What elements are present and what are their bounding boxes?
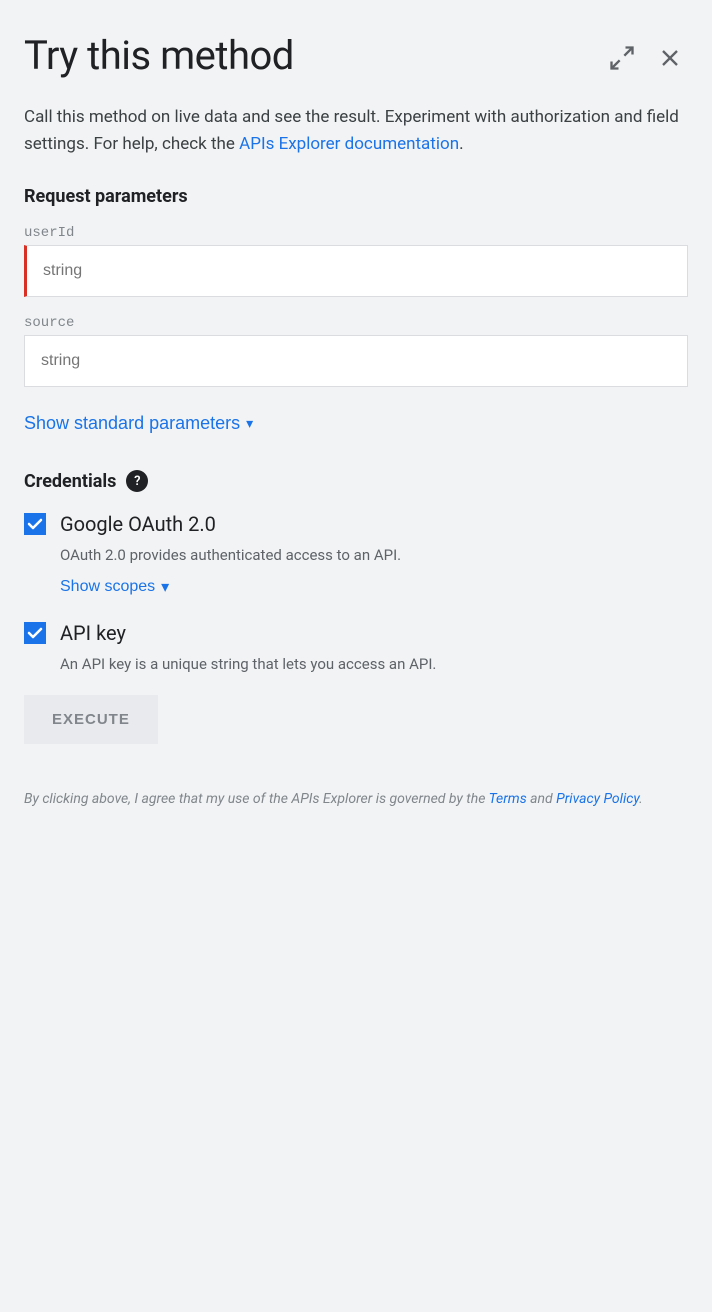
source-field-wrapper: source: [24, 315, 688, 387]
credentials-help-icon[interactable]: ?: [126, 470, 148, 492]
show-standard-parameters-button[interactable]: Show standard parameters ▾: [24, 405, 253, 442]
show-scopes-button[interactable]: Show scopes ▾: [24, 573, 169, 601]
close-button[interactable]: [652, 40, 688, 76]
credentials-title: Credentials: [24, 471, 116, 492]
close-icon: [656, 44, 684, 72]
credentials-header: Credentials ?: [24, 470, 688, 492]
terms-link[interactable]: Terms: [489, 791, 527, 807]
footer-text: By clicking above, I agree that my use o…: [24, 788, 688, 810]
source-input[interactable]: [24, 335, 688, 387]
credential-item-oauth: Google OAuth 2.0 OAuth 2.0 provides auth…: [24, 512, 688, 601]
page-title: Try this method: [24, 32, 294, 80]
checkmark-icon: [27, 516, 43, 532]
apikey-checkbox[interactable]: [24, 622, 46, 644]
panel: Try this method Call this method on live…: [0, 0, 712, 1312]
execute-button[interactable]: EXECUTE: [24, 695, 158, 744]
credentials-section: Credentials ? Google OAuth 2.0 OAuth 2.0…: [24, 470, 688, 675]
userid-field-wrapper: userId: [24, 225, 688, 297]
oauth-description: OAuth 2.0 provides authenticated access …: [24, 544, 688, 567]
request-parameters-title: Request parameters: [24, 186, 688, 207]
oauth-name: Google OAuth 2.0: [60, 512, 216, 536]
userid-label: userId: [24, 225, 688, 241]
chevron-down-icon: ▾: [246, 415, 253, 432]
execute-wrapper: EXECUTE: [24, 695, 688, 768]
expand-icon: [608, 44, 636, 72]
credential-item-apikey: API key An API key is a unique string th…: [24, 621, 688, 676]
show-scopes-label: Show scopes: [60, 578, 155, 596]
request-parameters-section: Request parameters userId source: [24, 186, 688, 387]
oauth-credential-row: Google OAuth 2.0: [24, 512, 688, 536]
header-icons: [604, 40, 688, 76]
source-label: source: [24, 315, 688, 331]
apikey-description: An API key is a unique string that lets …: [24, 653, 688, 676]
oauth-checkbox[interactable]: [24, 513, 46, 535]
apis-explorer-link[interactable]: APIs Explorer documentation: [239, 134, 459, 154]
show-standard-parameters-label: Show standard parameters: [24, 413, 240, 434]
checkmark-icon: [27, 625, 43, 641]
header-row: Try this method: [24, 32, 688, 80]
description-text: Call this method on live data and see th…: [24, 104, 688, 158]
apikey-credential-row: API key: [24, 621, 688, 645]
scopes-chevron-icon: ▾: [161, 577, 169, 597]
expand-button[interactable]: [604, 40, 640, 76]
privacy-policy-link[interactable]: Privacy Policy: [556, 791, 639, 807]
apikey-name: API key: [60, 621, 126, 645]
userid-input[interactable]: [24, 245, 688, 297]
